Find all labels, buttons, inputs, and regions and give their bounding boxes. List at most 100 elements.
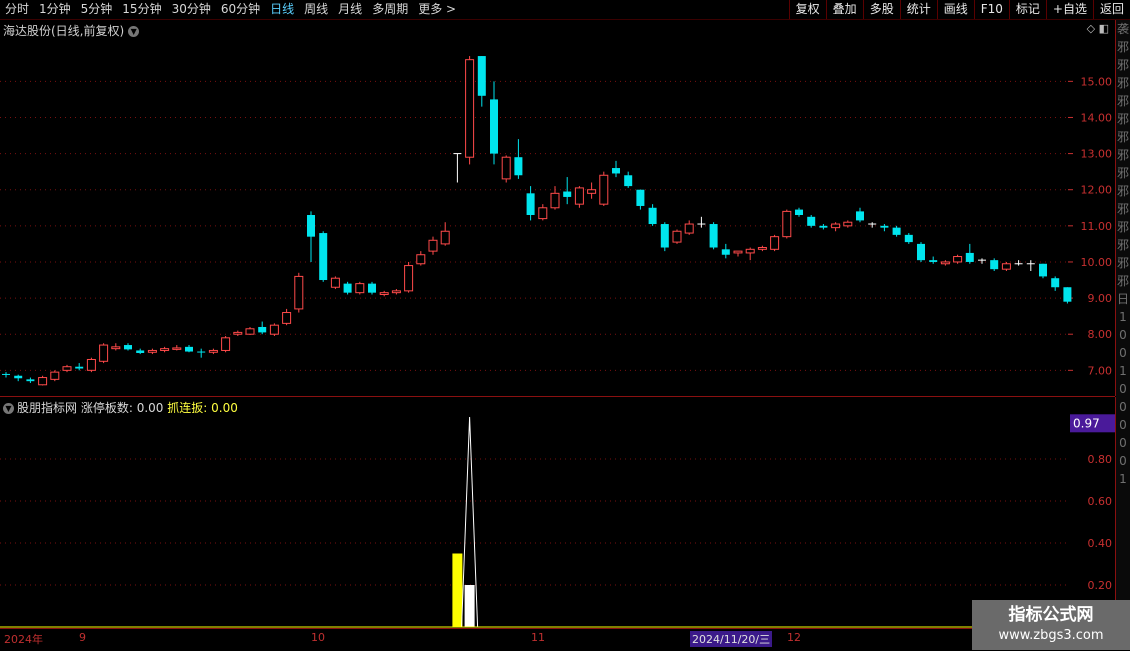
candle-body (14, 375, 23, 379)
candlestick-panel[interactable]: 15.00 14.00 13.00 12.00 11.00 10.00 9.00 8.00 7.… (0, 20, 1116, 396)
date-axis-label: 10 (311, 631, 325, 644)
indicator-tick-label: 0.60 (1088, 495, 1113, 508)
candle-body (319, 233, 328, 281)
candle-body (294, 275, 304, 310)
candle-body (709, 224, 718, 248)
toolbar-button-3[interactable]: 统计 (899, 0, 937, 19)
tab-period-6[interactable]: 日线 (265, 0, 299, 19)
tab-period-8[interactable]: 月线 (333, 0, 367, 19)
candle-body (245, 328, 255, 335)
tab-period-4[interactable]: 30分钟 (167, 0, 216, 19)
candle-body (416, 254, 426, 265)
candle-body (355, 283, 365, 294)
candle-body (307, 215, 315, 237)
right-strip-char: 1 (1119, 364, 1127, 378)
price-tick-label: 8.00 (1088, 328, 1113, 341)
candle-body (892, 227, 901, 235)
right-strip-char: 邪 (1116, 94, 1129, 108)
tab-period-3[interactable]: 15分钟 (117, 0, 166, 19)
diamond-icon[interactable]: ◇ (1087, 22, 1095, 35)
candle-body (660, 224, 669, 248)
price-tick-label: 15.00 (1081, 75, 1113, 88)
indicator-bar (464, 585, 475, 627)
date-axis-label: 9 (79, 631, 86, 644)
candle-body (124, 345, 132, 350)
candle-body (856, 211, 864, 221)
toolbar-button-7[interactable]: +自选 (1045, 0, 1093, 19)
candle-body (208, 349, 218, 353)
chart-title-text: 海达股份(日线,前复权) (3, 24, 125, 38)
tab-period-1[interactable]: 1分钟 (34, 0, 76, 19)
candle-body (428, 239, 438, 252)
candle-body (1063, 287, 1072, 302)
candle-body (477, 56, 486, 96)
candle-body (221, 337, 231, 351)
date-axis-label: 12 (787, 631, 801, 644)
date-axis-label: 2024年 (4, 633, 43, 646)
toolbar-button-5[interactable]: F10 (973, 0, 1009, 19)
candle-body (160, 348, 170, 351)
candle-body (929, 260, 938, 262)
indicator-chart[interactable]: 0.80 0.60 0.40 0.20 0.97 (0, 397, 1115, 628)
candle-body (880, 225, 889, 228)
candle-body (612, 168, 620, 174)
right-strip-char: 邪 (1116, 148, 1129, 162)
candle-body (721, 249, 730, 255)
toolbar-button-1[interactable]: 叠加 (825, 0, 863, 19)
toolbar-button-0[interactable]: 复权 (788, 0, 826, 19)
right-strip-char: 0 (1119, 346, 1127, 360)
toolbar-button-8[interactable]: 返回 (1092, 0, 1130, 19)
candle-body (269, 324, 279, 335)
chevron-down-icon[interactable]: ▼ (128, 26, 140, 37)
watermark-title: 指标公式网 (1008, 605, 1094, 625)
candle-body (38, 377, 48, 386)
candle-body (831, 223, 841, 229)
tab-period-0[interactable]: 分时 (0, 0, 34, 19)
candle-body (391, 290, 401, 294)
toolbar-button-4[interactable]: 画线 (936, 0, 974, 19)
candle-body (343, 283, 352, 293)
candle-body (770, 236, 780, 250)
indicator-panel[interactable]: 0.80 0.60 0.40 0.20 0.97 ▼ 股朋指标网 涨停板数: 0.00 抓… (0, 397, 1116, 628)
indicator-label-1: 涨停板数: (80, 401, 133, 415)
candle-body (953, 256, 963, 263)
indicator-label-2: 抓连扳: (167, 401, 208, 415)
price-tick-label: 9.00 (1088, 292, 1113, 305)
tab-period-5[interactable]: 60分钟 (216, 0, 265, 19)
candle-body (672, 230, 682, 243)
right-strip-char: 邪 (1116, 256, 1129, 270)
candle-body (26, 379, 35, 382)
indicator-value-1: 0.00 (136, 401, 164, 415)
cursor-date-label: 2024/11/20/三 (690, 631, 773, 647)
window-icon[interactable]: ◧ (1099, 22, 1109, 35)
candle-body (379, 292, 389, 295)
candle-body (917, 243, 925, 261)
right-strip-char: 0 (1119, 436, 1127, 450)
tab-period-2[interactable]: 5分钟 (76, 0, 118, 19)
right-strip-char: 邪 (1116, 58, 1129, 72)
tab-period-7[interactable]: 周线 (299, 0, 333, 19)
right-strip-char: 邪 (1116, 238, 1129, 252)
watermark: 指标公式网 www.zbgs3.com (972, 600, 1130, 650)
right-strip-char: 邪 (1116, 166, 1129, 180)
candle-body (599, 174, 609, 205)
candle-body (147, 349, 157, 353)
indicator-tick-label: 0.40 (1088, 537, 1113, 550)
candle-body (587, 189, 597, 194)
right-strip-char: 1 (1119, 310, 1127, 324)
right-info-strip[interactable]: 袭邪邪邪邪邪邪邪邪邪邪邪邪邪邪 日1001000001 (1116, 20, 1130, 628)
collapse-icon[interactable]: ▼ (3, 403, 14, 414)
date-axis-label: 11 (531, 631, 545, 644)
toolbar-button-6[interactable]: 标记 (1008, 0, 1046, 19)
candle-body (330, 277, 340, 288)
toolbar-button-2[interactable]: 多股 (862, 0, 900, 19)
candlestick-chart[interactable]: 15.00 14.00 13.00 12.00 11.00 10.00 9.00 8.00 7.… (0, 20, 1115, 396)
tab-period-10[interactable]: 更多 > (413, 0, 461, 19)
tab-period-9[interactable]: 多周期 (367, 0, 413, 19)
candle-body (563, 191, 572, 197)
candle-body (807, 216, 816, 226)
right-strip-char: 0 (1119, 454, 1127, 468)
candle-body (282, 312, 292, 324)
watermark-url: www.zbgs3.com (998, 628, 1104, 643)
candle-body (782, 210, 792, 238)
